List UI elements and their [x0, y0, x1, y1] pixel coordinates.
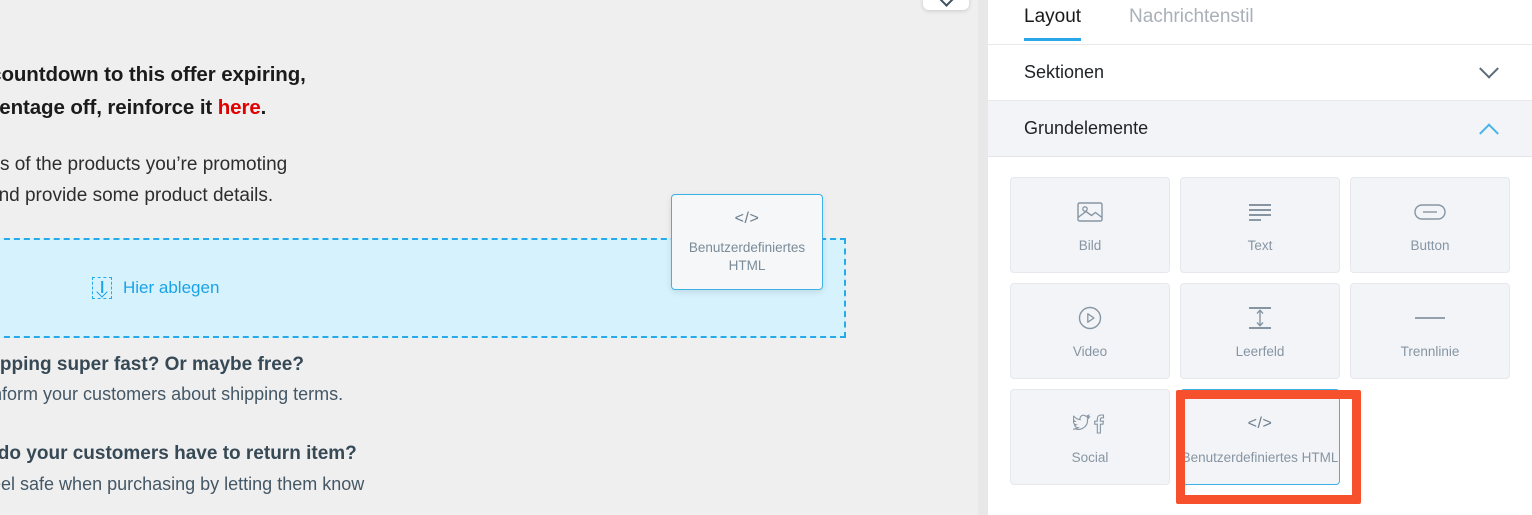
element-tile-leerfeld[interactable]: Leerfeld — [1180, 283, 1340, 379]
accordion-grundelemente-label: Grundelemente — [1024, 118, 1149, 138]
accordion-sektionen-label: Sektionen — [1024, 62, 1105, 82]
offer-heading-line-1: re is a countdown to this offer expiring… — [0, 63, 306, 86]
offer-heading-block[interactable]: re is a countdown to this offer expiring… — [0, 0, 978, 124]
right-settings-panel: Layout Nachrichtenstil Sektionen Grundel… — [988, 0, 1532, 515]
returns-heading: ch time do your customers have to return… — [0, 443, 357, 465]
chevron-down-icon — [1479, 58, 1499, 79]
element-tile-bild[interactable]: Bild — [1010, 177, 1170, 273]
element-tile-button-label: Button — [1410, 237, 1450, 253]
tab-layout[interactable]: Layout — [1024, 6, 1082, 41]
chevron-up-icon — [1479, 122, 1499, 143]
offer-heading-period: . — [260, 96, 267, 120]
photos-body-line-1: de photos of the products you’re promoti… — [0, 154, 288, 176]
element-tile-text-label: Text — [1247, 237, 1273, 253]
tab-nachrichtenstil[interactable]: Nachrichtenstil — [1129, 6, 1254, 40]
social-icon — [1073, 409, 1107, 439]
shipping-heading: your shipping super fast? Or maybe free? — [0, 353, 304, 375]
panel-tabs: Layout Nachrichtenstil — [988, 0, 1532, 45]
accordion-sektionen[interactable]: Sektionen — [988, 45, 1532, 101]
divider-line-icon — [1414, 303, 1446, 333]
spacer-icon — [1247, 303, 1273, 333]
email-builder-screen: re is a countdown to this offer expiring… — [0, 0, 1532, 515]
element-tile-video-label: Video — [1072, 343, 1108, 359]
drag-ghost-label: Benutzerdefiniertes HTML — [688, 240, 806, 273]
returns-block[interactable]: ch time do your customers have to return… — [0, 409, 978, 499]
element-tile-social[interactable]: Social — [1010, 389, 1170, 485]
accordion-grundelemente[interactable]: Grundelemente — [988, 101, 1532, 157]
photos-body-block[interactable]: de photos of the products you’re promoti… — [0, 124, 978, 212]
shipping-body: ctice to inform your customers about shi… — [0, 384, 344, 405]
drop-zone-inner: Hier ablegen — [92, 277, 219, 299]
returns-body: tomers feel safe when purchasing by lett… — [0, 473, 365, 494]
code-icon: </> — [1247, 414, 1273, 432]
element-tile-button[interactable]: Button — [1350, 177, 1510, 273]
email-canvas: re is a countdown to this offer expiring… — [0, 0, 988, 515]
element-tile-bild-label: Bild — [1078, 237, 1102, 253]
image-icon — [1077, 197, 1103, 227]
elements-grid: Bild Text Button Video Leerfeld Trennlin… — [1010, 177, 1510, 485]
button-pill-icon — [1414, 197, 1446, 227]
element-tile-benutzerdefiniertes-html[interactable]: </> Benutzerdefiniertes HTML — [1180, 389, 1340, 485]
email-sheet: re is a countdown to this offer expiring… — [0, 0, 978, 515]
code-icon: </> — [734, 210, 760, 228]
element-tile-text[interactable]: Text — [1180, 177, 1340, 273]
chevron-down-icon — [936, 0, 956, 7]
drop-arrow-icon — [92, 277, 112, 299]
element-tile-trennlinie-label: Trennlinie — [1400, 343, 1460, 359]
element-tile-social-label: Social — [1071, 449, 1109, 465]
offer-heading-line-2: r a percentage off, reinforce it here. — [0, 91, 944, 124]
elements-grid-wrapper: Bild Text Button Video Leerfeld Trennlin… — [988, 157, 1532, 515]
element-tile-trennlinie[interactable]: Trennlinie — [1350, 283, 1510, 379]
element-tile-video[interactable]: Video — [1010, 283, 1170, 379]
collapse-toolbar-button[interactable] — [923, 0, 969, 10]
text-lines-icon — [1248, 197, 1272, 227]
offer-heading-line-2-text: r a percentage off, reinforce it — [0, 96, 213, 120]
element-tile-leerfeld-label: Leerfeld — [1235, 343, 1285, 359]
drop-zone-label: Hier ablegen — [123, 278, 220, 297]
drag-ghost-custom-html[interactable]: </> Benutzerdefiniertes HTML — [671, 194, 823, 290]
shipping-block[interactable]: your shipping super fast? Or maybe free?… — [0, 342, 978, 410]
play-circle-icon — [1078, 303, 1102, 333]
offer-heading-link[interactable]: here — [218, 96, 261, 119]
element-tile-benutzerdefiniertes-html-label: Benutzerdefiniertes HTML — [1181, 449, 1339, 465]
